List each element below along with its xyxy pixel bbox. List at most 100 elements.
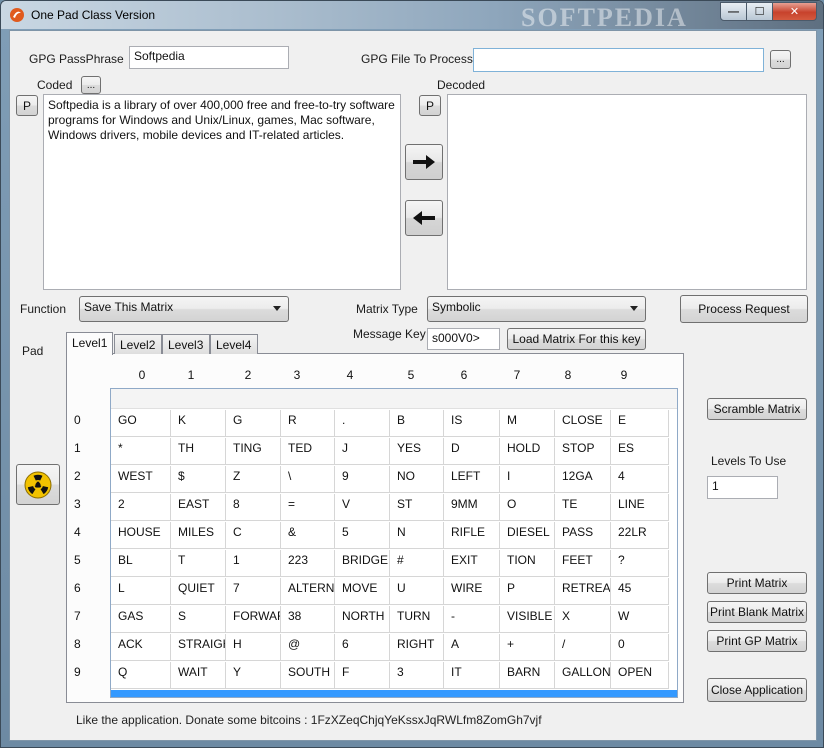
matrix-cell[interactable]: 45 [611, 578, 669, 605]
matrix-cell[interactable]: TING [226, 438, 281, 465]
matrix-cell[interactable]: VISIBLE [500, 606, 555, 633]
tab-level3[interactable]: Level3 [162, 334, 210, 354]
pad-generate-button[interactable] [16, 464, 60, 505]
scramble-matrix-button[interactable]: Scramble Matrix [707, 398, 807, 420]
matrix-cell[interactable]: $ [171, 466, 226, 493]
decoded-p-button[interactable]: P [419, 95, 441, 116]
matrix-cell[interactable]: N [390, 522, 444, 549]
matrix-cell[interactable]: 8 [226, 494, 281, 521]
matrix-cell[interactable]: A [444, 634, 500, 661]
matrix-cell[interactable]: HOLD [500, 438, 555, 465]
matrix-cell[interactable]: 3 [390, 662, 444, 689]
matrix-cell[interactable]: 22LR [611, 522, 669, 549]
matrix-cell[interactable]: X [555, 606, 611, 633]
matrix-cell[interactable]: 38 [281, 606, 335, 633]
matrix-cell[interactable]: BL [111, 550, 171, 577]
matrix-cell[interactable]: S [171, 606, 226, 633]
decoded-textarea[interactable] [447, 94, 807, 290]
matrix-cell[interactable]: 6 [335, 634, 390, 661]
matrix-cell[interactable]: F [335, 662, 390, 689]
gpg-file-browse-button[interactable]: ... [770, 50, 791, 69]
grid-selected-row[interactable] [111, 690, 677, 697]
matrix-cell[interactable]: ST [390, 494, 444, 521]
matrix-cell[interactable]: O [500, 494, 555, 521]
matrix-cell[interactable]: BARN [500, 662, 555, 689]
matrix-cell[interactable]: K [171, 410, 226, 437]
matrix-cell[interactable]: W [611, 606, 669, 633]
print-blank-matrix-button[interactable]: Print Blank Matrix [707, 601, 807, 623]
matrix-cell[interactable]: OPEN [611, 662, 669, 689]
matrix-cell[interactable]: RETREAT [555, 578, 611, 605]
matrix-cell[interactable]: M [500, 410, 555, 437]
matrix-cell[interactable]: \ [281, 466, 335, 493]
matrix-cell[interactable]: QUIET [171, 578, 226, 605]
matrix-cell[interactable]: EXIT [444, 550, 500, 577]
matrix-cell[interactable]: H [226, 634, 281, 661]
function-select[interactable]: Save This Matrix [79, 296, 289, 322]
matrix-cell[interactable]: FORWAR [226, 606, 281, 633]
matrix-cell[interactable]: - [444, 606, 500, 633]
matrix-cell[interactable]: # [390, 550, 444, 577]
levels-input[interactable]: 1 [707, 476, 778, 499]
matrix-cell[interactable]: TE [555, 494, 611, 521]
matrix-cell[interactable]: B [390, 410, 444, 437]
encode-arrow-button[interactable] [405, 144, 443, 180]
matrix-cell[interactable]: = [281, 494, 335, 521]
process-request-button[interactable]: Process Request [680, 295, 808, 323]
matrix-cell[interactable]: 12GA [555, 466, 611, 493]
matrix-cell[interactable]: 5 [335, 522, 390, 549]
matrix-cell[interactable]: GALLONS [555, 662, 611, 689]
print-matrix-button[interactable]: Print Matrix [707, 572, 807, 594]
matrix-cell[interactable]: U [390, 578, 444, 605]
matrix-cell[interactable]: + [500, 634, 555, 661]
matrix-cell[interactable]: CLOSE [555, 410, 611, 437]
gpg-file-input[interactable] [473, 48, 764, 72]
matrix-cell[interactable]: & [281, 522, 335, 549]
tab-level4[interactable]: Level4 [210, 334, 258, 354]
matrix-cell[interactable]: TURN [390, 606, 444, 633]
matrix-cell[interactable]: BRIDGE [335, 550, 390, 577]
matrix-cell[interactable]: TED [281, 438, 335, 465]
matrix-cell[interactable]: R [281, 410, 335, 437]
matrix-cell[interactable]: SOUTH [281, 662, 335, 689]
coded-p-button[interactable]: P [16, 95, 38, 116]
matrix-cell[interactable]: 9 [335, 466, 390, 493]
matrix-cell[interactable]: FEET [555, 550, 611, 577]
matrix-cell[interactable]: ? [611, 550, 669, 577]
matrix-cell[interactable]: STOP [555, 438, 611, 465]
matrix-cell[interactable]: Y [226, 662, 281, 689]
matrix-cell[interactable]: ALTERNA [281, 578, 335, 605]
close-window-button[interactable]: ✕ [773, 2, 817, 21]
tab-level2[interactable]: Level2 [114, 334, 162, 354]
matrix-cell[interactable]: MOVE [335, 578, 390, 605]
matrix-cell[interactable]: WIRE [444, 578, 500, 605]
load-matrix-button[interactable]: Load Matrix For this key [507, 328, 646, 350]
matrix-cell[interactable]: J [335, 438, 390, 465]
matrix-cell[interactable]: EAST [171, 494, 226, 521]
matrix-cell[interactable]: RIFLE [444, 522, 500, 549]
matrix-cell[interactable]: LINE [611, 494, 669, 521]
matrix-cell[interactable]: IS [444, 410, 500, 437]
tab-level1[interactable]: Level1 [66, 332, 113, 355]
matrix-cell[interactable]: YES [390, 438, 444, 465]
matrix-type-select[interactable]: Symbolic [427, 296, 646, 322]
matrix-cell[interactable]: RIGHT [390, 634, 444, 661]
matrix-cell[interactable]: WAIT [171, 662, 226, 689]
matrix-cell[interactable]: * [111, 438, 171, 465]
matrix-cell[interactable]: 2 [111, 494, 171, 521]
matrix-cell[interactable]: 1 [226, 550, 281, 577]
matrix-cell[interactable]: NO [390, 466, 444, 493]
passphrase-input[interactable]: Softpedia [129, 46, 289, 69]
print-gp-matrix-button[interactable]: Print GP Matrix [707, 630, 807, 652]
decode-arrow-button[interactable] [405, 200, 443, 236]
title-bar[interactable]: One Pad Class Version SOFTPEDIA — ☐ ✕ [1, 1, 823, 32]
matrix-cell[interactable]: LEFT [444, 466, 500, 493]
matrix-cell[interactable]: @ [281, 634, 335, 661]
matrix-cell[interactable]: STRAIGH [171, 634, 226, 661]
coded-browse-button[interactable]: ... [81, 76, 101, 94]
matrix-cell[interactable]: 9MM [444, 494, 500, 521]
matrix-cell[interactable]: G [226, 410, 281, 437]
matrix-cell[interactable]: WEST [111, 466, 171, 493]
matrix-cell[interactable]: T [171, 550, 226, 577]
matrix-cell[interactable]: NORTH [335, 606, 390, 633]
